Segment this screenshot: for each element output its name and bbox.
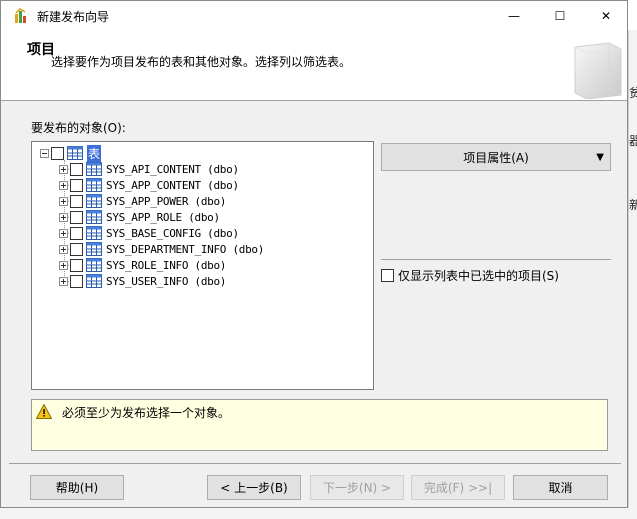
- table-icon: [86, 162, 102, 176]
- table-name: SYS_BASE_CONFIG (dbo): [106, 226, 239, 240]
- table-icon: [86, 258, 102, 272]
- table-checkbox[interactable]: [70, 226, 83, 240]
- table-name: SYS_APP_CONTENT (dbo): [106, 178, 239, 192]
- background-text: 贫: [629, 86, 637, 100]
- table-icon: [86, 194, 102, 208]
- close-button[interactable]: ✕: [583, 1, 629, 31]
- next-button-label: 下一步(N) >: [322, 481, 392, 495]
- tree-node-table[interactable]: SYS_API_CONTENT (dbo): [59, 161, 239, 177]
- back-button[interactable]: < 上一步(B): [207, 475, 301, 500]
- background-text: 新: [629, 198, 637, 212]
- table-checkbox[interactable]: [70, 162, 83, 176]
- table-name: SYS_DEPARTMENT_INFO (dbo): [106, 242, 265, 256]
- table-icon: [86, 274, 102, 288]
- warning-icon: [36, 404, 52, 419]
- table-name: SYS_ROLE_INFO (dbo): [106, 258, 227, 272]
- table-folder-icon: [67, 146, 83, 160]
- table-checkbox[interactable]: [70, 258, 83, 272]
- tree-node-tables[interactable]: 表: [40, 144, 102, 162]
- expand-toggle[interactable]: [59, 212, 68, 222]
- objects-to-publish-label: 要发布的对象(O):: [31, 121, 126, 135]
- minimize-icon: —: [508, 9, 520, 23]
- background-window-bottom: [0, 508, 637, 519]
- expand-toggle[interactable]: [59, 196, 68, 206]
- expand-toggle[interactable]: [59, 180, 68, 190]
- table-checkbox[interactable]: [70, 274, 83, 288]
- expand-toggle[interactable]: [59, 276, 68, 286]
- wizard-banner-icon: [574, 42, 622, 99]
- show-selected-only-checkbox[interactable]: [381, 269, 394, 282]
- expand-toggle[interactable]: [59, 260, 68, 270]
- new-publication-wizard-dialog: 新建发布向导 — ☐ ✕ 项目 选择要作为项目发布的表和其他对象。选择列以筛选表…: [0, 0, 628, 508]
- tree-node-table[interactable]: SYS_USER_INFO (dbo): [59, 273, 226, 289]
- background-text: 器: [629, 134, 637, 148]
- cancel-button[interactable]: 取消: [513, 475, 608, 500]
- show-selected-only-label[interactable]: 仅显示列表中已选中的项目(S): [398, 267, 559, 284]
- help-button[interactable]: 帮助(H): [30, 475, 124, 500]
- footer-divider: [9, 463, 621, 464]
- table-icon: [86, 226, 102, 240]
- table-checkbox[interactable]: [70, 210, 83, 224]
- expand-toggle[interactable]: [59, 244, 68, 254]
- table-icon: [86, 210, 102, 224]
- table-checkbox[interactable]: [70, 242, 83, 256]
- item-properties-label: 项目属性(A): [463, 150, 529, 165]
- table-checkbox[interactable]: [70, 194, 83, 208]
- title-bar: 新建发布向导 — ☐ ✕: [1, 1, 627, 31]
- tree-node-table[interactable]: SYS_ROLE_INFO (dbo): [59, 257, 226, 273]
- finish-button[interactable]: 完成(F) >>|: [411, 475, 505, 500]
- item-properties-dropdown-button[interactable]: 项目属性(A) ▼: [381, 143, 611, 171]
- finish-button-label: 完成(F) >>|: [423, 481, 493, 495]
- objects-tree[interactable]: 表 SYS_API_CONTENT (dbo) SYS_APP_CONTENT (…: [31, 141, 374, 390]
- validation-message-box: 必须至少为发布选择一个对象。: [31, 399, 608, 451]
- cancel-button-label: 取消: [548, 481, 573, 495]
- close-icon: ✕: [600, 9, 612, 23]
- dropdown-arrow-icon: ▼: [596, 152, 604, 163]
- divider: [381, 259, 611, 260]
- tree-root-label: 表: [87, 144, 102, 162]
- table-name: SYS_USER_INFO (dbo): [106, 274, 227, 288]
- help-button-label: 帮助(H): [55, 481, 99, 495]
- tree-node-table[interactable]: SYS_APP_POWER (dbo): [59, 193, 226, 209]
- maximize-button[interactable]: ☐: [537, 1, 583, 31]
- expand-toggle[interactable]: [59, 228, 68, 238]
- tree-node-table[interactable]: SYS_DEPARTMENT_INFO (dbo): [59, 241, 264, 257]
- window-title: 新建发布向导: [37, 10, 110, 24]
- table-name: SYS_APP_POWER (dbo): [106, 194, 227, 208]
- background-window-edge: [628, 30, 637, 519]
- tree-node-table[interactable]: SYS_BASE_CONFIG (dbo): [59, 225, 239, 241]
- tree-node-table[interactable]: SYS_APP_CONTENT (dbo): [59, 177, 239, 193]
- tree-node-table[interactable]: SYS_APP_ROLE (dbo): [59, 209, 220, 225]
- table-name: SYS_APP_ROLE (dbo): [106, 210, 220, 224]
- page-subtitle: 选择要作为项目发布的表和其他对象。选择列以筛选表。: [51, 55, 352, 69]
- collapse-toggle[interactable]: [40, 148, 49, 158]
- back-button-label: < 上一步(B): [220, 481, 288, 495]
- table-icon: [86, 242, 102, 256]
- table-checkbox[interactable]: [70, 178, 83, 192]
- next-button[interactable]: 下一步(N) >: [310, 475, 404, 500]
- wizard-header: 项目 选择要作为项目发布的表和其他对象。选择列以筛选表。: [1, 31, 627, 101]
- maximize-icon: ☐: [554, 9, 566, 23]
- wizard-app-icon: [15, 8, 26, 23]
- table-name: SYS_API_CONTENT (dbo): [106, 162, 239, 176]
- tables-checkbox[interactable]: [51, 146, 64, 160]
- minimize-button[interactable]: —: [491, 1, 537, 31]
- expand-toggle[interactable]: [59, 164, 68, 174]
- table-icon: [86, 178, 102, 192]
- warning-text: 必须至少为发布选择一个对象。: [62, 406, 231, 420]
